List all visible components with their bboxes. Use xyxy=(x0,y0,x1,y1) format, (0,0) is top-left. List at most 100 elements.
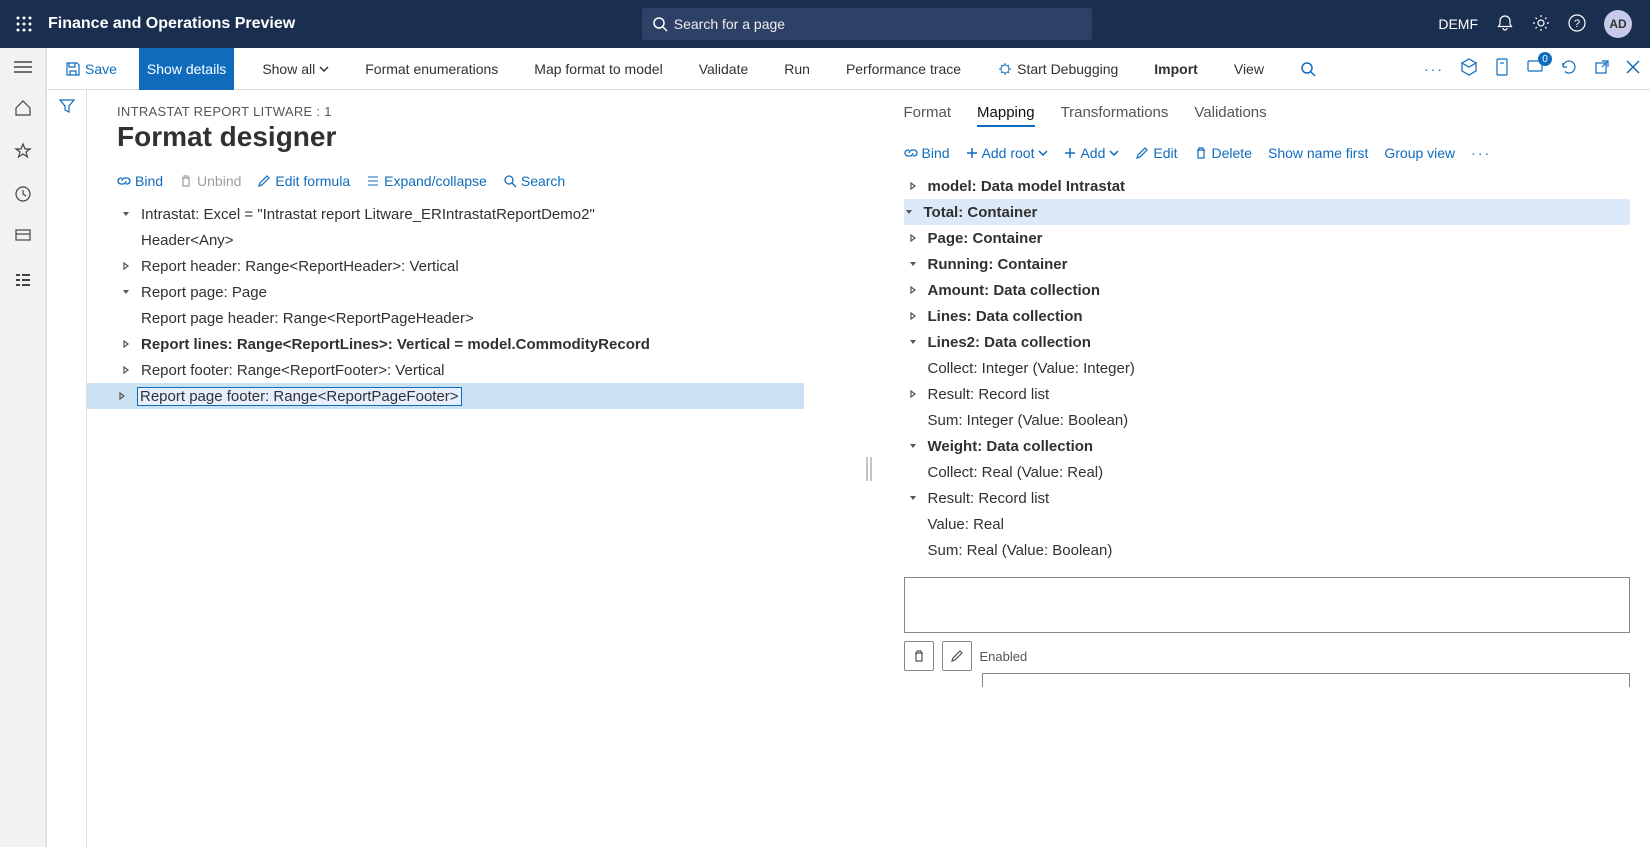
workspaces-icon[interactable] xyxy=(14,228,32,249)
tab-validations[interactable]: Validations xyxy=(1194,104,1266,127)
run-button[interactable]: Run xyxy=(776,48,818,90)
caret-down-icon[interactable] xyxy=(904,207,918,217)
delete-button[interactable]: Delete xyxy=(1194,145,1252,161)
group-view-button[interactable]: Group view xyxy=(1384,145,1455,161)
caret-right-icon[interactable] xyxy=(908,311,922,321)
tree-node[interactable]: Header<Any> xyxy=(117,227,844,253)
tree-node[interactable]: Running: Container xyxy=(904,251,1631,277)
user-avatar[interactable]: AD xyxy=(1604,10,1632,38)
save-button[interactable]: Save xyxy=(57,48,125,90)
global-search[interactable]: Search for a page xyxy=(642,8,1092,40)
settings-icon[interactable] xyxy=(1532,14,1550,35)
chevron-down-icon xyxy=(1038,150,1048,156)
delete-detail-button[interactable] xyxy=(904,641,934,671)
tab-transformations[interactable]: Transformations xyxy=(1061,104,1169,127)
caret-right-icon[interactable] xyxy=(908,181,922,191)
notifications-icon[interactable] xyxy=(1496,14,1514,35)
tree-node[interactable]: Value: Real xyxy=(904,511,1631,537)
validate-button[interactable]: Validate xyxy=(691,48,757,90)
tree-node[interactable]: Lines2: Data collection xyxy=(904,329,1631,355)
search-tree-button[interactable]: Search xyxy=(503,173,565,189)
right-toolbar-overflow[interactable]: ··· xyxy=(1471,145,1491,161)
view-button[interactable]: View xyxy=(1226,48,1272,90)
caret-right-icon[interactable] xyxy=(908,233,922,243)
caret-right-icon[interactable] xyxy=(908,389,922,399)
office-icon[interactable] xyxy=(1460,58,1478,79)
unbind-button[interactable]: Unbind xyxy=(179,173,241,189)
close-icon[interactable] xyxy=(1626,60,1640,77)
tree-node[interactable]: Report page header: Range<ReportPageHead… xyxy=(117,305,844,331)
tab-format[interactable]: Format xyxy=(904,104,952,127)
add-root-button[interactable]: Add root xyxy=(966,145,1049,161)
refresh-icon[interactable] xyxy=(1560,58,1578,79)
caret-down-icon[interactable] xyxy=(908,493,922,503)
caret-down-icon[interactable] xyxy=(121,209,135,219)
tree-node[interactable]: Page: Container xyxy=(904,225,1631,251)
edit-detail-button[interactable] xyxy=(942,641,972,671)
edit-button[interactable]: Edit xyxy=(1135,145,1177,161)
tree-node[interactable]: model: Data model Intrastat xyxy=(904,173,1631,199)
help-icon[interactable]: ? xyxy=(1568,14,1586,35)
attachments-icon[interactable] xyxy=(1494,58,1510,79)
caret-down-icon[interactable] xyxy=(121,287,135,297)
company-code[interactable]: DEMF xyxy=(1438,16,1478,32)
caret-down-icon[interactable] xyxy=(908,441,922,451)
caret-down-icon[interactable] xyxy=(908,337,922,347)
funnel-icon[interactable] xyxy=(59,98,75,847)
bind-button[interactable]: Bind xyxy=(117,173,163,189)
start-debugging-button[interactable]: Start Debugging xyxy=(989,48,1126,90)
tree-node-label: Weight: Data collection xyxy=(928,438,1094,455)
caret-down-icon[interactable] xyxy=(908,259,922,269)
popout-icon[interactable] xyxy=(1594,59,1610,78)
tab-mapping[interactable]: Mapping xyxy=(977,104,1035,127)
tree-node[interactable]: Collect: Integer (Value: Integer) xyxy=(904,355,1631,381)
mapping-tree[interactable]: model: Data model IntrastatTotal: Contai… xyxy=(904,173,1631,563)
action-search-button[interactable] xyxy=(1292,48,1324,90)
map-format-button[interactable]: Map format to model xyxy=(526,48,670,90)
format-enumerations-button[interactable]: Format enumerations xyxy=(357,48,506,90)
caret-right-icon[interactable] xyxy=(908,285,922,295)
splitter-handle[interactable] xyxy=(864,90,874,847)
tree-node[interactable]: Report page: Page xyxy=(117,279,844,305)
caret-right-icon[interactable] xyxy=(117,391,131,401)
recents-icon[interactable] xyxy=(14,185,32,206)
messages-icon[interactable] xyxy=(1526,58,1544,79)
tree-node[interactable]: Amount: Data collection xyxy=(904,277,1631,303)
favorites-icon[interactable] xyxy=(14,142,32,163)
tree-node[interactable]: Sum: Real (Value: Boolean) xyxy=(904,537,1631,563)
tree-node[interactable]: Report header: Range<ReportHeader>: Vert… xyxy=(117,253,844,279)
expand-collapse-button[interactable]: Expand/collapse xyxy=(366,173,487,189)
show-all-button[interactable]: Show all xyxy=(254,48,337,90)
app-launcher-icon[interactable] xyxy=(8,16,40,32)
import-button[interactable]: Import xyxy=(1146,48,1206,90)
tree-node[interactable]: Weight: Data collection xyxy=(904,433,1631,459)
bind-button-right[interactable]: Bind xyxy=(904,145,950,161)
show-details-button[interactable]: Show details xyxy=(139,48,234,90)
tree-node[interactable]: Report lines: Range<ReportLines>: Vertic… xyxy=(117,331,844,357)
tree-node[interactable]: Lines: Data collection xyxy=(904,303,1631,329)
pencil-icon xyxy=(950,649,964,663)
tree-node[interactable]: Result: Record list xyxy=(904,485,1631,511)
caret-right-icon[interactable] xyxy=(121,339,135,349)
tree-node[interactable]: Result: Record list xyxy=(904,381,1631,407)
performance-trace-button[interactable]: Performance trace xyxy=(838,48,969,90)
description-input[interactable] xyxy=(904,577,1631,633)
format-tree[interactable]: Intrastat: Excel = "Intrastat report Lit… xyxy=(117,201,844,409)
tree-node[interactable]: Report footer: Range<ReportFooter>: Vert… xyxy=(117,357,844,383)
tree-node[interactable]: Total: Container xyxy=(904,199,1631,225)
nav-expand-icon[interactable] xyxy=(14,60,32,77)
edit-formula-button[interactable]: Edit formula xyxy=(257,173,350,189)
tree-node-label: Sum: Integer (Value: Boolean) xyxy=(928,412,1129,429)
tree-node[interactable]: Sum: Integer (Value: Boolean) xyxy=(904,407,1631,433)
enabled-field[interactable] xyxy=(982,673,1631,687)
caret-right-icon[interactable] xyxy=(121,261,135,271)
modules-icon[interactable] xyxy=(14,271,32,292)
home-icon[interactable] xyxy=(14,99,32,120)
tree-node[interactable]: Collect: Real (Value: Real) xyxy=(904,459,1631,485)
tree-node[interactable]: Intrastat: Excel = "Intrastat report Lit… xyxy=(117,201,844,227)
overflow-menu-icon[interactable]: ··· xyxy=(1424,61,1444,77)
tree-node[interactable]: Report page footer: Range<ReportPageFoot… xyxy=(87,383,804,409)
caret-right-icon[interactable] xyxy=(121,365,135,375)
add-button[interactable]: Add xyxy=(1064,145,1119,161)
show-name-first-button[interactable]: Show name first xyxy=(1268,145,1368,161)
